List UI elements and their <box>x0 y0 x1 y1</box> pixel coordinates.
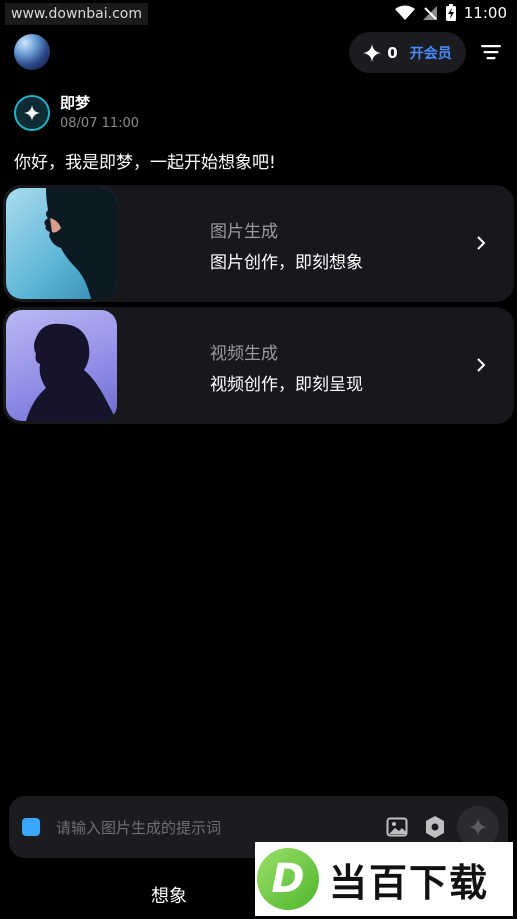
site-watermark: www.downbai.com <box>5 3 148 25</box>
battery-charging-icon <box>445 4 456 21</box>
watermark-text: 当百下载 <box>329 860 490 905</box>
sparkle-icon <box>363 43 382 62</box>
video-generation-thumbnail <box>6 310 117 421</box>
image-generation-thumbnail <box>6 188 117 299</box>
chevron-right-icon <box>477 236 486 250</box>
star-icon <box>24 105 40 121</box>
video-generation-card[interactable]: 视频生成 视频创作，即刻呈现 <box>3 307 514 424</box>
signal-off-icon <box>422 6 437 20</box>
greeting-text: 你好，我是即梦，一起开始想象吧! <box>14 153 276 173</box>
watermark-letter: D <box>271 856 305 902</box>
user-avatar[interactable] <box>14 34 50 70</box>
wifi-icon <box>394 5 415 20</box>
bot-avatar <box>14 95 50 131</box>
chevron-right-icon <box>477 358 486 372</box>
portrait-silhouette <box>44 188 117 299</box>
image-upload-icon[interactable] <box>386 816 408 838</box>
mode-toggle-button[interactable] <box>22 818 40 836</box>
tab-imagine[interactable]: 想象 <box>151 882 187 908</box>
filter-menu-icon[interactable] <box>479 42 503 62</box>
status-bar: 11:00 <box>394 4 507 22</box>
settings-hex-icon[interactable] <box>424 815 446 839</box>
message-timestamp: 08/07 11:00 <box>60 116 140 131</box>
card-title: 图片生成 <box>210 222 278 242</box>
prompt-input[interactable] <box>54 812 358 844</box>
card-title: 视频生成 <box>210 344 278 364</box>
sparkle-icon <box>469 818 487 836</box>
bot-name: 即梦 <box>60 94 91 112</box>
watermark-logo-icon: D <box>257 848 319 910</box>
credits-pill[interactable]: 0 开会员 <box>349 32 466 73</box>
credit-count: 0 <box>387 43 398 62</box>
vip-button[interactable]: 开会员 <box>410 43 452 63</box>
card-subtitle: 视频创作，即刻呈现 <box>210 375 363 395</box>
portrait-silhouette <box>26 323 117 421</box>
card-subtitle: 图片创作，即刻想象 <box>210 253 363 273</box>
downbai-watermark: D 当百下载 <box>255 842 513 916</box>
clock: 11:00 <box>463 4 507 22</box>
image-generation-card[interactable]: 图片生成 图片创作，即刻想象 <box>3 185 514 302</box>
